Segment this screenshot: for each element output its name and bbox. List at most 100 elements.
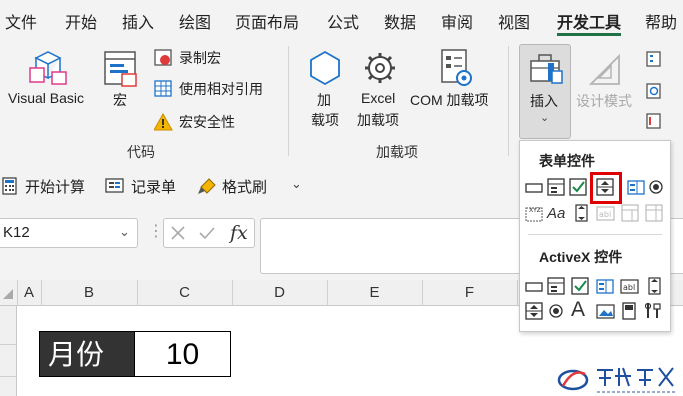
row-headers — [0, 306, 17, 396]
svg-text:abl: abl — [599, 210, 611, 219]
svg-text:abl: abl — [623, 283, 635, 292]
form-controls-heading: 表单控件 — [539, 153, 595, 169]
insert-controls-label: 插入 — [530, 93, 558, 109]
record-macro-button[interactable]: 录制宏 — [154, 48, 274, 68]
formula-buttons: fx — [163, 218, 255, 248]
properties-icon[interactable] — [645, 50, 663, 68]
format-painter-label: 格式刷 — [222, 179, 268, 196]
cell-month-label[interactable]: 月份 — [39, 331, 135, 377]
visual-basic-label: Visual Basic — [8, 90, 85, 106]
combo-dropdown-edit-control-icon[interactable] — [645, 204, 664, 223]
activex-list-box-icon[interactable] — [596, 277, 615, 296]
activex-label-icon[interactable]: A — [571, 298, 585, 322]
relative-refs-label: 使用相对引用 — [179, 81, 263, 97]
design-mode-button[interactable] — [585, 46, 625, 90]
confirm-icon[interactable] — [198, 225, 216, 241]
start-calc-button[interactable]: 开始计算 — [2, 175, 92, 197]
activex-option-button-icon[interactable] — [547, 302, 566, 321]
watermark-logo — [557, 367, 677, 393]
tab-home[interactable]: 开始 — [65, 9, 97, 33]
activex-button-icon[interactable] — [525, 277, 544, 296]
tab-review[interactable]: 审阅 — [441, 9, 473, 33]
group-separator — [288, 46, 289, 156]
visual-basic-button[interactable] — [26, 46, 70, 90]
activex-checkbox-icon[interactable] — [571, 277, 590, 296]
tab-help[interactable]: 帮助 — [645, 9, 677, 33]
column-header-c[interactable]: C — [137, 284, 232, 301]
combo-list-edit-control-icon[interactable] — [621, 204, 640, 223]
group-box-control-icon[interactable]: XYZ — [525, 204, 544, 223]
gear-icon — [365, 53, 395, 83]
combo-box-control-icon[interactable] — [547, 178, 566, 197]
chevron-down-icon: ⌄ — [540, 112, 550, 124]
activex-controls-heading: ActiveX 控件 — [539, 249, 623, 265]
relative-refs-button[interactable]: 使用相对引用 — [154, 79, 279, 99]
record-form-button[interactable]: 记录单 — [105, 175, 185, 197]
drag-handle-icon[interactable]: ⋮ — [148, 221, 164, 241]
select-all-icon[interactable] — [2, 288, 14, 300]
column-header-b[interactable]: B — [41, 284, 137, 301]
name-box-value: K12 — [3, 224, 30, 241]
customize-toolbar-chevron-icon[interactable]: ⌄ — [291, 176, 302, 192]
record-macro-label: 录制宏 — [179, 50, 221, 66]
svg-text:XYZ: XYZ — [529, 207, 541, 214]
column-header-a[interactable]: A — [17, 284, 41, 301]
view-code-icon[interactable] — [645, 82, 663, 100]
label-control-icon[interactable]: Aa — [547, 205, 565, 222]
macros-button[interactable] — [102, 48, 140, 88]
name-box[interactable]: K12 ⌄ — [0, 218, 138, 248]
button-control-icon[interactable] — [525, 178, 544, 197]
paintbrush-icon — [198, 178, 216, 194]
text-field-control-icon[interactable]: abl — [596, 204, 615, 223]
checkbox-control-icon[interactable] — [569, 178, 588, 197]
tab-formulas[interactable]: 公式 — [327, 9, 359, 33]
column-header-f[interactable]: F — [422, 284, 517, 301]
tab-file[interactable]: 文件 — [5, 9, 37, 33]
activex-combo-box-icon[interactable] — [547, 277, 566, 296]
insert-function-button[interactable]: fx — [230, 222, 248, 244]
format-painter-button[interactable]: 格式刷 — [197, 175, 277, 197]
toolbox-icon — [530, 54, 563, 84]
com-addins-label: COM 加载项 — [410, 92, 489, 108]
run-dialog-icon[interactable] — [645, 112, 663, 130]
activex-text-box-icon[interactable]: abl — [620, 277, 639, 296]
visual-basic-icon — [29, 51, 67, 85]
com-addins-icon — [441, 49, 472, 86]
design-mode-icon — [588, 53, 620, 85]
tab-draw[interactable]: 绘图 — [179, 9, 211, 33]
tab-view[interactable]: 视图 — [498, 9, 530, 33]
tab-developer[interactable]: 开发工具 — [557, 9, 621, 33]
design-mode-label: 设计模式 — [576, 93, 632, 109]
spin-button-highlight — [590, 172, 622, 204]
macro-security-label: 宏安全性 — [179, 114, 235, 130]
cell-month-value[interactable]: 10 — [135, 331, 231, 377]
insert-controls-button[interactable]: 插入 ⌄ — [519, 44, 571, 139]
com-addins-button[interactable] — [436, 46, 476, 90]
column-header-d[interactable]: D — [232, 284, 327, 301]
excel-addins-label-1: Excel — [361, 90, 396, 106]
tab-insert[interactable]: 插入 — [122, 9, 154, 33]
excel-addins-button[interactable] — [360, 46, 400, 90]
list-box-control-icon[interactable] — [627, 178, 646, 197]
excel-addins-label-2: 加载项 — [357, 112, 399, 128]
macro-security-button[interactable]: 宏安全性 — [154, 112, 254, 132]
cancel-icon[interactable] — [170, 225, 186, 241]
calculator-icon — [2, 177, 17, 195]
more-controls-icon[interactable] — [644, 302, 663, 321]
dropdown-divider — [528, 234, 662, 235]
macros-label: 宏 — [113, 92, 127, 108]
addins-label-1: 加 — [317, 92, 331, 108]
column-header-e[interactable]: E — [327, 284, 422, 301]
addins-button[interactable] — [305, 46, 345, 90]
option-button-control-icon[interactable] — [647, 178, 666, 197]
activex-scroll-bar-icon[interactable] — [645, 277, 664, 296]
activex-image-icon[interactable] — [596, 302, 615, 321]
chevron-down-icon[interactable]: ⌄ — [119, 224, 130, 240]
tab-page-layout[interactable]: 页面布局 — [235, 9, 299, 33]
activex-spin-button-icon[interactable] — [525, 302, 544, 321]
scroll-bar-control-icon[interactable] — [572, 204, 591, 223]
addins-group-label: 加载项 — [376, 144, 418, 160]
hexagon-icon — [310, 50, 340, 86]
tab-data[interactable]: 数据 — [384, 9, 416, 33]
activex-toggle-button-icon[interactable] — [620, 302, 639, 321]
